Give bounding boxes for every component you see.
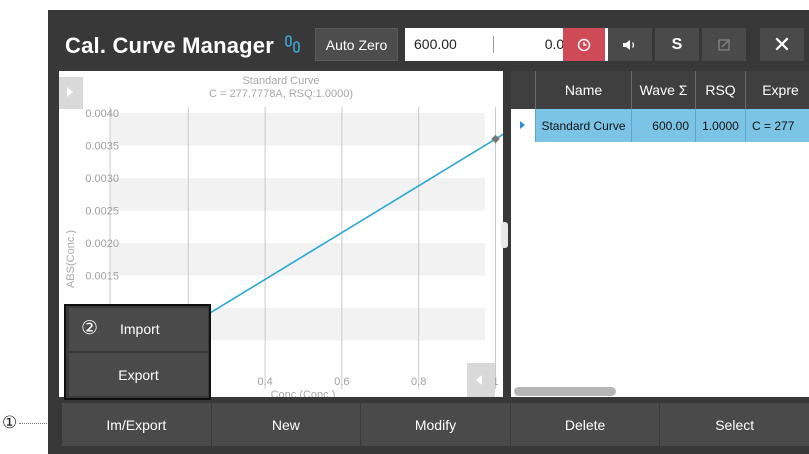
auto-zero-button[interactable]: Auto Zero [315, 28, 398, 61]
chart-y-tick-label: 0.0030 [85, 173, 119, 185]
table-row[interactable]: Standard Curve 600.00 1.0000 C = 277 [511, 109, 809, 142]
link-icon [285, 35, 300, 53]
chart-x-tick-label: 0.4 [257, 376, 272, 388]
chart-y-tick-label: 0.0015 [85, 271, 119, 283]
chart-y-axis-label: ABS(Conc.) [65, 230, 77, 288]
column-header-expression[interactable]: Expre [745, 71, 809, 109]
chart-x-tick-label: 0.6 [334, 376, 349, 388]
edit-button[interactable] [702, 28, 746, 61]
column-header-rsq[interactable]: RSQ [695, 71, 745, 109]
expand-panel-button[interactable] [467, 363, 495, 397]
speaker-icon [623, 39, 635, 50]
column-header-wave[interactable]: Wave Σ [631, 71, 695, 109]
bottom-toolbar: Im/Export New Modify Delete Select [62, 403, 809, 446]
cell-expression: C = 277 [745, 109, 809, 142]
im-export-button[interactable]: Im/Export [62, 403, 212, 446]
cell-wave: 600.00 [631, 109, 695, 142]
clock-icon [577, 38, 591, 51]
header-marker-cell [511, 71, 535, 109]
horizontal-scrollbar[interactable] [514, 387, 616, 396]
chart-x-axis-label: Conc.(Conc.) [271, 389, 336, 397]
chart-x-tick-label: 0.8 [411, 376, 426, 388]
arrow-left-icon [476, 375, 482, 385]
standard-point-marker [491, 134, 500, 144]
export-button[interactable]: Export [69, 353, 208, 396]
delete-button[interactable]: Delete [510, 403, 661, 446]
chart-y-tick-label: 0.0020 [85, 238, 119, 250]
modify-button[interactable]: Modify [361, 403, 511, 446]
column-header-name[interactable]: Name [535, 71, 631, 109]
cell-name: Standard Curve [535, 109, 631, 142]
chart-grid-band [110, 178, 485, 211]
cell-rsq: 1.0000 [695, 109, 745, 142]
chart-y-tick-label: 0.0025 [85, 206, 119, 218]
instrument-screen: Cal. Curve Manager Auto Zero 600.00 0.00… [48, 10, 809, 454]
curve-table: Name Wave Σ RSQ Expre Standard Curve 600… [511, 71, 809, 397]
row-selected-marker [511, 109, 534, 142]
app-title: Cal. Curve Manager [65, 33, 275, 58]
select-button[interactable]: Select [660, 403, 809, 446]
panel-splitter-handle[interactable] [501, 222, 508, 248]
callout-number: ① [2, 413, 18, 433]
title-bar: Cal. Curve Manager Auto Zero 600.00 0.00… [48, 10, 809, 70]
arrow-right-icon [67, 87, 73, 97]
chart-subtitle: C = 277.7778A, RSQ:1.0000) [209, 88, 353, 100]
readout-divider [493, 36, 494, 53]
chart-title: Standard Curve [242, 75, 319, 87]
close-button[interactable]: ✕ [760, 28, 804, 61]
import-export-menu: ② Import Export [64, 304, 211, 400]
chart-y-tick-label: 0.0040 [85, 108, 119, 120]
s-button[interactable]: S [655, 28, 699, 61]
wavelength-value: 600.00 [414, 36, 457, 52]
timer-button[interactable] [563, 28, 605, 61]
new-button[interactable]: New [211, 403, 362, 446]
table-header: Name Wave Σ RSQ Expre [511, 71, 809, 109]
sound-button[interactable] [608, 28, 652, 61]
import-label: Import [120, 321, 160, 337]
import-button[interactable]: ② Import [69, 308, 208, 351]
edit-icon [717, 39, 730, 51]
chart-grid-band [110, 113, 485, 146]
callout-2-badge: ② [81, 317, 99, 339]
row-arrow-icon [520, 121, 525, 129]
chart-y-tick-label: 0.0035 [85, 141, 119, 153]
collapse-panel-button[interactable] [59, 77, 83, 109]
